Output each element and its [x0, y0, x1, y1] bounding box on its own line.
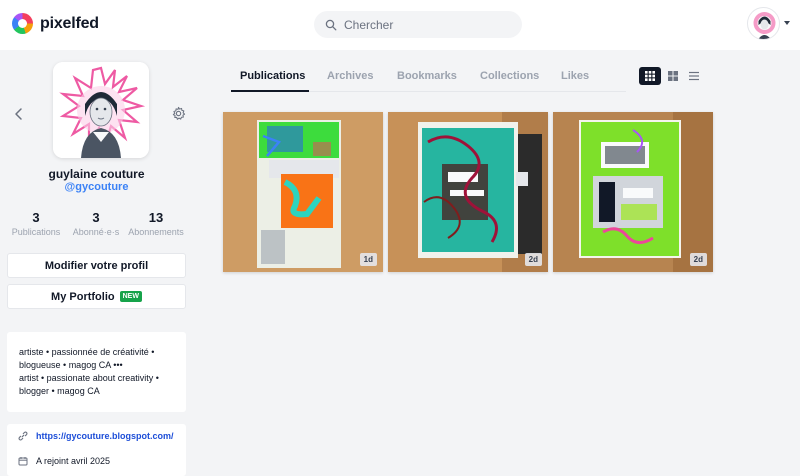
- bio-line: blogger • magog CA: [19, 386, 100, 396]
- back-button[interactable]: [12, 107, 26, 126]
- gear-icon: [172, 106, 186, 120]
- grid-2-icon: [668, 71, 678, 81]
- edit-profile-label: Modifier votre profil: [44, 259, 149, 272]
- list-icon: [689, 71, 699, 81]
- post-thumbnail[interactable]: 2d: [553, 112, 713, 272]
- post-image: [223, 112, 383, 272]
- chevron-left-icon: [15, 108, 22, 120]
- pixelfed-logo-icon: [12, 13, 33, 34]
- search-input[interactable]: [344, 17, 514, 32]
- tab-archives[interactable]: Archives: [327, 70, 373, 82]
- joined-date: A rejoint avril 2025: [36, 456, 111, 466]
- stat-value: 3: [32, 210, 40, 225]
- profile-tabs: Publications Archives Bookmarks Collecti…: [231, 62, 626, 92]
- post-age-badge: 1d: [359, 253, 377, 266]
- profile-avatar[interactable]: [53, 62, 149, 158]
- post-age-badge: 2d: [689, 253, 707, 266]
- brand-link[interactable]: pixelfed: [12, 13, 99, 34]
- bio-card: artiste • passionnée de créativité • blo…: [7, 332, 186, 412]
- search-box[interactable]: [314, 11, 522, 38]
- profile-info-card: https://gycouture.blogspot.com/ A rejoin…: [7, 424, 186, 476]
- calendar-icon: [18, 457, 28, 466]
- stat-following[interactable]: 13 Abonnements: [124, 210, 188, 237]
- stat-label: Publications: [11, 227, 61, 237]
- search-icon: [325, 19, 337, 30]
- joined-row: A rejoint avril 2025: [18, 456, 110, 466]
- stat-value: 3: [92, 210, 100, 225]
- tab-collections[interactable]: Collections: [480, 70, 539, 82]
- post-thumbnail[interactable]: 2d: [388, 112, 548, 272]
- post-image: [553, 112, 713, 272]
- post-image: [388, 112, 548, 272]
- avatar-image: [753, 12, 776, 39]
- stat-value: 13: [148, 210, 164, 225]
- portfolio-label: My Portfolio: [51, 290, 115, 303]
- grid-3-icon: [645, 71, 655, 81]
- bio-line: blogueuse • magog CA •••: [19, 360, 123, 370]
- view-grid-2-button[interactable]: [662, 67, 684, 85]
- bio-line: artiste • passionnée de créativité •: [19, 347, 155, 357]
- tab-likes[interactable]: Likes: [561, 70, 589, 82]
- user-menu-avatar[interactable]: [747, 7, 780, 40]
- stat-label: Abonné·e·s: [72, 227, 120, 237]
- top-bar: pixelfed: [0, 0, 800, 50]
- post-thumbnail[interactable]: 1d: [223, 112, 383, 272]
- profile-avatar-image: [53, 62, 149, 158]
- website-row[interactable]: https://gycouture.blogspot.com/: [18, 431, 174, 441]
- link-icon: [18, 431, 28, 441]
- edit-profile-button[interactable]: Modifier votre profil: [7, 253, 186, 278]
- brand-name: pixelfed: [40, 14, 99, 32]
- bio-line: artist • passionate about creativity •: [19, 373, 159, 383]
- profile-display-name: guylaine couture: [48, 167, 145, 181]
- caret-down-icon[interactable]: [784, 21, 790, 25]
- new-badge: NEW: [119, 291, 142, 302]
- website-link[interactable]: https://gycouture.blogspot.com/: [36, 431, 174, 441]
- active-tab-indicator: [231, 90, 309, 92]
- view-grid-3-button[interactable]: [639, 67, 661, 85]
- portfolio-button[interactable]: My Portfolio NEW: [7, 284, 186, 309]
- tab-bookmarks[interactable]: Bookmarks: [397, 70, 457, 82]
- stat-publications[interactable]: 3 Publications: [4, 210, 68, 237]
- tab-publications[interactable]: Publications: [240, 70, 305, 82]
- post-age-badge: 2d: [524, 253, 542, 266]
- settings-button[interactable]: [171, 106, 186, 126]
- view-list-button[interactable]: [683, 67, 705, 85]
- stat-label: Abonnements: [128, 227, 184, 237]
- profile-username[interactable]: @gycouture: [0, 181, 193, 193]
- stat-followers[interactable]: 3 Abonné·e·s: [64, 210, 128, 237]
